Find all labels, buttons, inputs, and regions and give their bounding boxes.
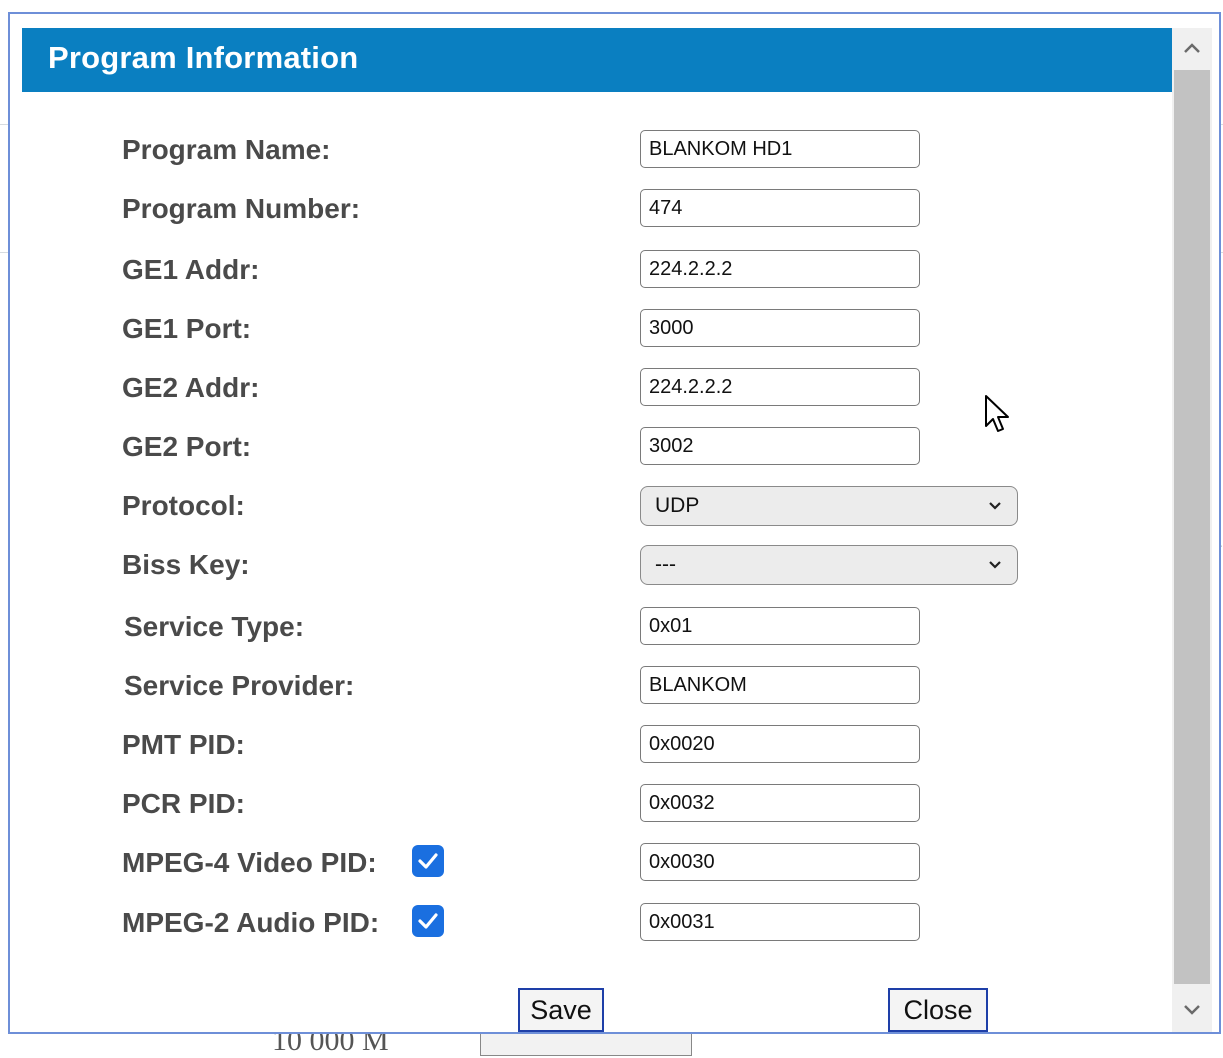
chevron-down-icon [987,546,1003,597]
service-provider-input[interactable] [640,666,920,704]
mpeg4-video-pid-row: MPEG-4 Video PID: [122,843,1042,887]
service-type-input[interactable] [640,607,920,645]
protocol-selected-value: UDP [655,494,700,517]
pmt-pid-row: PMT PID: [122,725,1042,769]
ge2-port-row: GE2 Port: [122,427,1042,471]
ge2-port-input[interactable] [640,427,920,465]
pmt-pid-input[interactable] [640,725,920,763]
biss-key-select[interactable]: --- [640,545,1018,585]
program-name-input[interactable] [640,130,920,168]
dialog-scrollbar[interactable] [1172,28,1212,1032]
check-icon [418,913,438,929]
mpeg2-audio-pid-row: MPEG-2 Audio PID: [122,903,1042,947]
ge1-port-label: GE1 Port: [122,313,252,344]
mpeg4-video-pid-checkbox[interactable] [412,845,444,877]
service-provider-row: Service Provider: [122,666,1042,710]
protocol-select[interactable]: UDP [640,486,1018,526]
service-provider-label: Service Provider: [124,670,355,701]
check-icon [418,853,438,869]
dialog-title: Program Information [48,40,359,75]
service-type-row: Service Type: [122,607,1042,651]
service-type-label: Service Type: [124,611,305,642]
pcr-pid-row: PCR PID: [122,784,1042,828]
scrollbar-thumb[interactable] [1174,70,1210,984]
mpeg2-audio-pid-input[interactable] [640,903,920,941]
ge1-addr-input[interactable] [640,250,920,288]
mpeg4-video-pid-label: MPEG-4 Video PID: [122,847,377,878]
program-name-row: Program Name: [122,130,1042,174]
close-button[interactable]: Close [888,988,988,1032]
mpeg2-audio-pid-label: MPEG-2 Audio PID: [122,907,380,938]
ge1-addr-row: GE1 Addr: [122,250,1042,294]
chevron-up-icon[interactable] [1172,28,1212,68]
ge1-port-input[interactable] [640,309,920,347]
pmt-pid-label: PMT PID: [122,729,245,760]
program-information-dialog: Program Information Program Name: Progra… [8,12,1221,1034]
ge2-addr-row: GE2 Addr: [122,368,1042,412]
save-button[interactable]: Save [518,988,604,1032]
dialog-title-bar: Program Information [22,28,1172,92]
mpeg4-video-pid-input[interactable] [640,843,920,881]
pcr-pid-input[interactable] [640,784,920,822]
program-name-label: Program Name: [122,134,331,165]
protocol-label: Protocol: [122,490,245,521]
ge2-addr-label: GE2 Addr: [122,372,260,403]
program-number-label: Program Number: [122,193,361,224]
protocol-row: Protocol: UDP [122,486,1042,530]
biss-key-selected-value: --- [655,553,676,576]
biss-key-row: Biss Key: --- [122,545,1042,589]
mouse-pointer-icon [984,394,1012,443]
biss-key-label: Biss Key: [122,549,250,580]
ge1-addr-label: GE1 Addr: [122,254,260,285]
program-number-row: Program Number: [122,189,1042,233]
pcr-pid-label: PCR PID: [122,788,245,819]
chevron-down-icon [987,487,1003,538]
chevron-down-icon[interactable] [1172,990,1212,1030]
ge2-port-label: GE2 Port: [122,431,252,462]
mpeg2-audio-pid-checkbox[interactable] [412,905,444,937]
ge2-addr-input[interactable] [640,368,920,406]
program-number-input[interactable] [640,189,920,227]
ge1-port-row: GE1 Port: [122,309,1042,353]
